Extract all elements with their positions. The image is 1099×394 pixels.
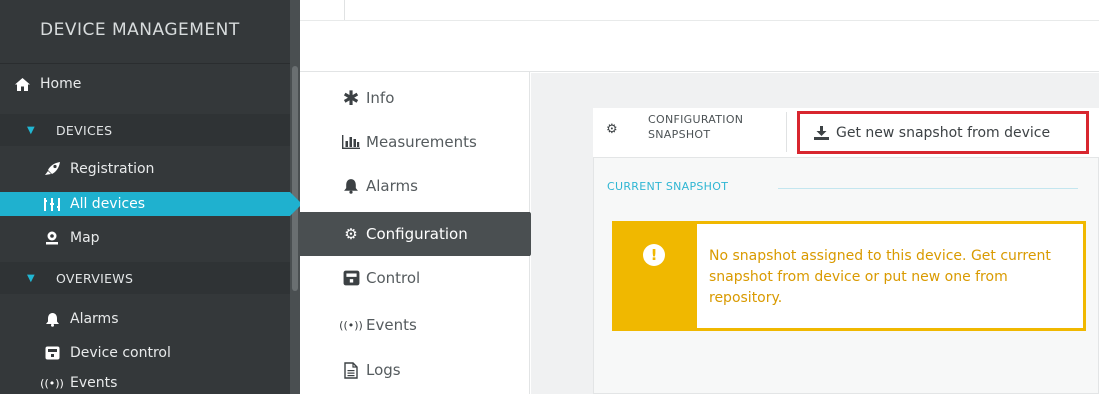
alert-message: No snapshot assigned to this device. Get…	[709, 248, 1051, 306]
sidebar-item-label: Map	[70, 230, 100, 246]
sidebar-item-alarms[interactable]: Alarms	[0, 307, 290, 331]
exclamation-icon: !	[643, 244, 665, 266]
sidebar-item-label: All devices	[70, 196, 146, 212]
tab-label: Control	[366, 269, 421, 287]
cogs-icon: ⚙	[606, 122, 618, 137]
devices-icon	[42, 197, 62, 211]
sidebar-item-device-control[interactable]: Device control	[0, 341, 290, 365]
sidebar-item-home[interactable]: Home	[0, 72, 290, 96]
get-snapshot-label: Get new snapshot from device	[836, 124, 1051, 141]
top-bar	[300, 0, 1099, 72]
sidebar-section-label: OVERVIEWS	[56, 270, 134, 286]
no-snapshot-alert: ! No snapshot assigned to this device. G…	[612, 221, 1086, 331]
top-divider	[300, 20, 1099, 21]
broadcast-icon: ((•))	[339, 318, 363, 332]
caret-down-icon: ▼	[27, 272, 35, 284]
sidebar-item-map[interactable]: Map	[0, 226, 290, 250]
rocket-icon	[42, 162, 62, 176]
header-divider	[786, 112, 787, 152]
sidebar-item-label: Home	[40, 76, 82, 92]
tab-info[interactable]: ✱ Info	[300, 84, 530, 112]
sidebar-item-label: Device control	[70, 345, 171, 361]
get-snapshot-button[interactable]: Get new snapshot from device	[797, 111, 1089, 154]
tab-control[interactable]: Control	[300, 264, 530, 292]
tab-configuration[interactable]: ⚙ Configuration	[300, 212, 544, 256]
sidebar-item-registration[interactable]: Registration	[0, 157, 290, 181]
document-icon	[340, 361, 362, 379]
tab-alarms[interactable]: Alarms	[300, 172, 530, 200]
remote-control-icon	[340, 270, 362, 286]
sidebar-item-label: Events	[70, 375, 118, 391]
broadcast-icon: ((•))	[40, 376, 64, 390]
tab-logs[interactable]: Logs	[300, 356, 530, 384]
sidebar-item-all-devices[interactable]: All devices	[0, 192, 302, 216]
download-icon	[814, 125, 829, 140]
sidebar-scrollbar-thumb[interactable]	[292, 66, 298, 291]
remote-control-icon	[42, 346, 62, 360]
tab-label: Logs	[366, 361, 401, 379]
bell-icon	[42, 312, 62, 327]
cogs-icon: ⚙	[344, 225, 358, 243]
tab-configuration-snapshot[interactable]: CONFIGURATION SNAPSHOT	[648, 112, 778, 142]
sidebar-item-events[interactable]: ((•)) Events	[0, 372, 290, 394]
sidebar-item-label: Alarms	[70, 311, 119, 327]
current-snapshot-heading: CURRENT SNAPSHOT	[607, 180, 729, 193]
bell-icon	[340, 178, 362, 194]
home-icon	[12, 77, 32, 91]
tab-label: Configuration	[366, 225, 468, 243]
sidebar-section-devices[interactable]: ▼ DEVICES	[0, 114, 290, 146]
brand-title: DEVICE MANAGEMENT	[40, 20, 240, 40]
sidebar-item-label: Registration	[70, 161, 155, 177]
tab-label: Events	[366, 316, 417, 334]
tab-label: Alarms	[366, 177, 418, 195]
asterisk-icon: ✱	[342, 86, 360, 110]
sidebar-brand: DEVICE MANAGEMENT	[0, 0, 290, 64]
section-rule	[778, 188, 1078, 189]
map-marker-icon	[42, 231, 62, 245]
caret-down-icon: ▼	[27, 124, 35, 136]
tab-label: Info	[366, 89, 395, 107]
bar-chart-icon	[340, 135, 362, 149]
sidebar-section-label: DEVICES	[56, 122, 113, 138]
tab-events[interactable]: ((•)) Events	[300, 311, 530, 339]
alert-side-band: !	[615, 224, 697, 328]
tab-measurements[interactable]: Measurements	[300, 128, 530, 156]
sidebar-section-overviews[interactable]: ▼ OVERVIEWS	[0, 262, 290, 294]
tab-label: Measurements	[366, 133, 477, 151]
top-divider-tick	[344, 0, 345, 20]
